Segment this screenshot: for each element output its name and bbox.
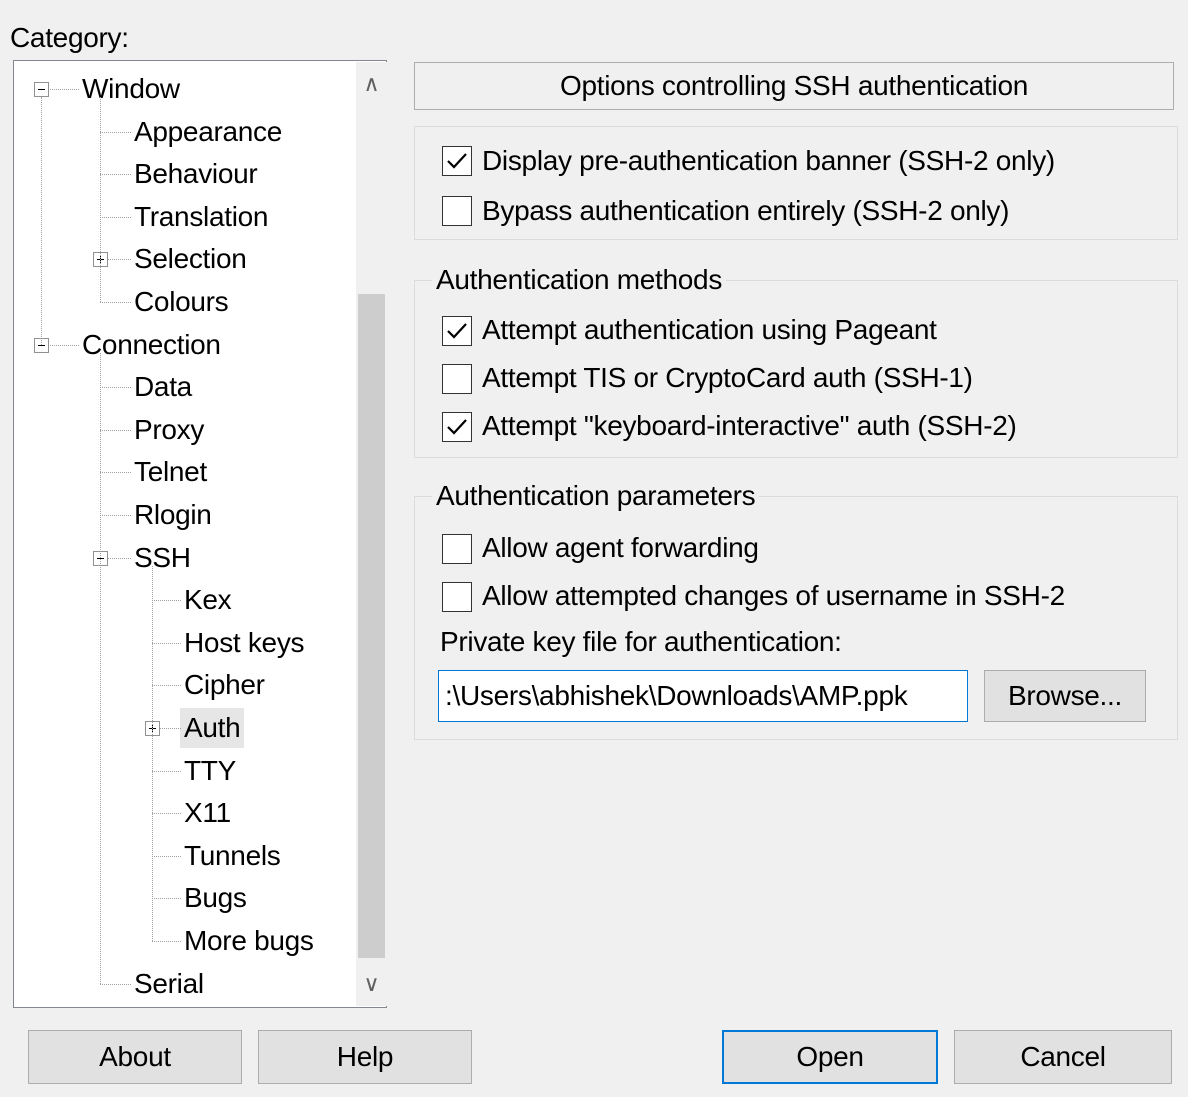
tree-item-translation[interactable]: Translation xyxy=(134,197,268,237)
checkmark-icon xyxy=(447,323,467,339)
collapse-minus-icon[interactable] xyxy=(34,82,49,97)
tree-connector xyxy=(152,642,181,644)
tree-connector xyxy=(152,855,181,857)
keyfile-label: Private key file for authentication: xyxy=(440,626,842,657)
tree-item-cipher[interactable]: Cipher xyxy=(184,665,265,705)
tree-connector xyxy=(152,600,181,602)
tree-item-serial[interactable]: Serial xyxy=(134,964,204,1004)
tree-connector xyxy=(100,387,131,389)
tree-item-telnet[interactable]: Telnet xyxy=(134,452,207,492)
keyboard-interactive-checkbox[interactable] xyxy=(442,412,472,442)
tree-connector xyxy=(100,302,131,303)
tree-item-selection[interactable]: Selection xyxy=(134,239,247,279)
auth-methods-title: Authentication methods xyxy=(432,264,727,296)
keyboard-interactive-label: Attempt "keyboard-interactive" auth (SSH… xyxy=(482,410,1017,441)
tree-connector xyxy=(100,429,131,431)
tree-item-colours[interactable]: Colours xyxy=(134,282,229,322)
agent-forwarding-checkbox[interactable] xyxy=(442,534,472,564)
open-button[interactable]: Open xyxy=(722,1030,938,1084)
tree-item-appearance[interactable]: Appearance xyxy=(134,112,282,152)
tis-checkbox[interactable] xyxy=(442,364,472,394)
tree-item-proxy[interactable]: Proxy xyxy=(134,410,204,450)
checkmark-icon xyxy=(447,419,467,435)
cancel-button[interactable]: Cancel xyxy=(954,1030,1172,1084)
tree-item-rlogin[interactable]: Rlogin xyxy=(134,495,212,535)
tree-guide-line xyxy=(100,352,101,984)
tree-item-data[interactable]: Data xyxy=(134,367,192,407)
tree-guide-line xyxy=(41,97,42,345)
tree-scrollbar[interactable]: ∧ ∨ xyxy=(356,62,387,1006)
auth-params-title: Authentication parameters xyxy=(432,480,760,512)
agent-forwarding-label: Allow agent forwarding xyxy=(482,532,759,563)
scroll-up-icon[interactable]: ∧ xyxy=(356,64,387,104)
tree-connector xyxy=(152,898,181,900)
tree-item-host-keys[interactable]: Host keys xyxy=(184,623,305,663)
tree-item-x11[interactable]: X11 xyxy=(184,793,231,833)
tree-connector xyxy=(100,174,131,176)
checkmark-icon xyxy=(447,153,467,169)
tree-connector xyxy=(152,685,181,687)
tree-connector xyxy=(100,472,131,474)
tree-item-auth[interactable]: Auth xyxy=(180,708,245,748)
username-change-checkbox[interactable] xyxy=(442,582,472,612)
tree-item-kex[interactable]: Kex xyxy=(184,580,232,620)
tree-item-more-bugs[interactable]: More bugs xyxy=(184,921,314,961)
tis-label: Attempt TIS or CryptoCard auth (SSH-1) xyxy=(482,362,973,393)
bypass-checkbox[interactable] xyxy=(442,196,472,226)
tree-item-tunnels[interactable]: Tunnels xyxy=(184,836,281,876)
username-change-label: Allow attempted changes of username in S… xyxy=(482,580,1065,611)
pageant-label: Attempt authentication using Pageant xyxy=(482,314,937,345)
tree-item-connection[interactable]: Connection xyxy=(82,325,221,365)
scroll-down-icon[interactable]: ∨ xyxy=(356,964,387,1004)
tree-connector xyxy=(100,515,131,516)
tree-item-ssh[interactable]: SSH xyxy=(134,538,191,578)
keyfile-input[interactable]: :\Users\abhishek\Downloads\AMP.ppk xyxy=(438,670,968,722)
tree-item-window[interactable]: Window xyxy=(82,69,180,109)
tree-connector xyxy=(152,813,181,815)
category-tree[interactable]: Window Appearance Behaviour Translation Sele… xyxy=(13,60,387,1008)
tree-connector xyxy=(152,941,181,942)
tree-connector xyxy=(100,131,131,133)
tree-connector xyxy=(100,983,131,985)
banner-label: Display pre-authentication banner (SSH-2… xyxy=(482,145,1055,176)
category-label: Category: xyxy=(10,22,129,53)
tree-item-tty[interactable]: TTY xyxy=(184,751,236,791)
tree-guide-line xyxy=(152,565,153,941)
browse-button[interactable]: Browse... xyxy=(984,670,1146,722)
help-button[interactable]: Help xyxy=(258,1030,472,1084)
tree-connector xyxy=(100,216,131,218)
bypass-label: Bypass authentication entirely (SSH-2 on… xyxy=(482,195,1010,226)
tree-guide-line xyxy=(100,97,101,302)
banner-checkbox[interactable] xyxy=(442,146,472,176)
scroll-thumb[interactable] xyxy=(358,294,385,958)
pageant-checkbox[interactable] xyxy=(442,316,472,346)
tree-item-behaviour[interactable]: Behaviour xyxy=(134,154,258,194)
tree-item-bugs[interactable]: Bugs xyxy=(184,878,247,918)
about-button[interactable]: About xyxy=(28,1030,242,1084)
panel-header: Options controlling SSH authentication xyxy=(414,62,1174,110)
tree-connector xyxy=(152,770,181,772)
